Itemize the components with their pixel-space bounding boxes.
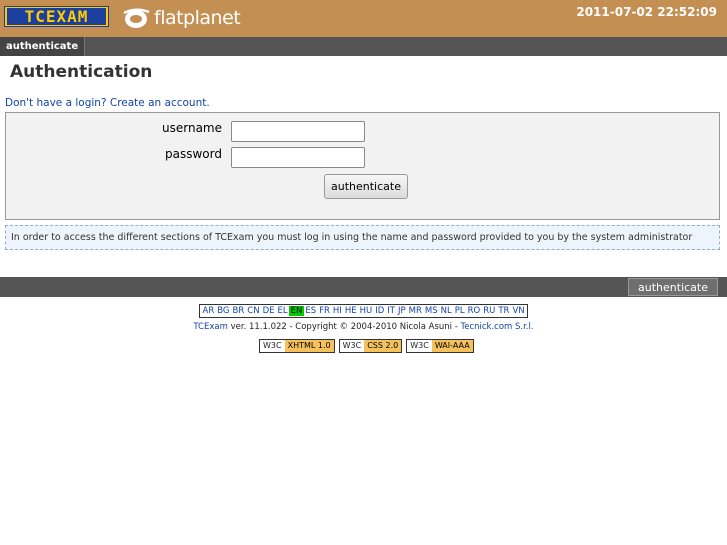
language-he[interactable]: HE — [343, 306, 358, 316]
username-label: username — [162, 121, 222, 135]
password-input[interactable] — [231, 147, 365, 168]
badge-prefix: W3C — [342, 341, 362, 350]
wai-badge[interactable]: W3C WAI-AAA — [406, 339, 474, 353]
language-fr[interactable]: FR — [318, 306, 332, 316]
badge-label: CSS 2.0 — [364, 340, 402, 352]
language-it[interactable]: IT — [386, 306, 397, 316]
version-copyright-text: ver. 11.1.022 - Copyright © 2004-2010 Ni… — [227, 322, 461, 332]
language-el[interactable]: EL — [276, 306, 289, 316]
language-nl[interactable]: NL — [439, 306, 453, 316]
language-en[interactable]: EN — [289, 306, 304, 316]
header: TCEXAM flatplanet 2011-07-02 22:52:09 — [0, 0, 727, 37]
language-cn[interactable]: CN — [246, 306, 261, 316]
language-es[interactable]: ES — [304, 306, 318, 316]
menu-bar: authenticate — [0, 37, 727, 56]
language-hu[interactable]: HU — [358, 306, 374, 316]
language-vn[interactable]: VN — [511, 306, 526, 316]
language-tr[interactable]: TR — [497, 306, 511, 316]
tcexam-link[interactable]: TCExam — [193, 322, 228, 332]
tab-authenticate[interactable]: authenticate — [0, 37, 86, 56]
tcexam-logo-text: TCEXAM — [7, 8, 106, 25]
xhtml-badge[interactable]: W3C XHTML 1.0 — [259, 339, 335, 353]
badge-prefix: W3C — [263, 341, 282, 350]
flatplanet-logo-text: flatplanet — [154, 7, 241, 29]
language-mr[interactable]: MR — [407, 306, 423, 316]
flatplanet-logo[interactable]: flatplanet — [122, 6, 241, 30]
login-help-message: In order to access the different section… — [5, 225, 720, 250]
badge-label: WAI-AAA — [431, 340, 473, 352]
authenticate-button[interactable]: authenticate — [324, 174, 408, 199]
language-bg[interactable]: BG — [216, 306, 231, 316]
bottom-bar: authenticate — [0, 277, 727, 297]
tecnick-link[interactable]: Tecnick.com S.r.l. — [460, 322, 533, 332]
tcexam-logo[interactable]: TCEXAM — [4, 6, 109, 27]
page-title: Authentication — [10, 62, 153, 82]
login-form: username password authenticate — [5, 112, 720, 220]
language-de[interactable]: DE — [261, 306, 276, 316]
datetime-display: 2011-07-02 22:52:09 — [576, 5, 717, 19]
password-label: password — [165, 147, 222, 161]
create-account-link[interactable]: Don't have a login? Create an account. — [5, 97, 210, 109]
username-input[interactable] — [231, 121, 365, 142]
badge-prefix: W3C — [410, 341, 429, 350]
language-pl[interactable]: PL — [453, 306, 466, 316]
language-ar[interactable]: AR — [201, 306, 216, 316]
language-ms[interactable]: MS — [423, 306, 439, 316]
credits: TCExam ver. 11.1.022 - Copyright © 2004-… — [0, 322, 727, 332]
language-selector: AR BG BR CN DE EL EN ES FR HI HE HU ID IT JP MR MS NL PL RO… — [199, 304, 529, 318]
bottom-authenticate-button[interactable]: authenticate — [628, 278, 718, 296]
language-ro[interactable]: RO — [466, 306, 482, 316]
language-jp[interactable]: JP — [396, 306, 407, 316]
css-badge[interactable]: W3C CSS 2.0 — [338, 339, 403, 353]
validation-badges: W3C XHTML 1.0 W3C CSS 2.0 W3C WAI-AAA — [259, 339, 474, 353]
language-ru[interactable]: RU — [482, 306, 497, 316]
badge-label: XHTML 1.0 — [284, 340, 334, 352]
language-hi[interactable]: HI — [331, 306, 343, 316]
flatplanet-planet-icon — [123, 8, 150, 28]
language-id[interactable]: ID — [374, 306, 386, 316]
language-br[interactable]: BR — [231, 306, 246, 316]
